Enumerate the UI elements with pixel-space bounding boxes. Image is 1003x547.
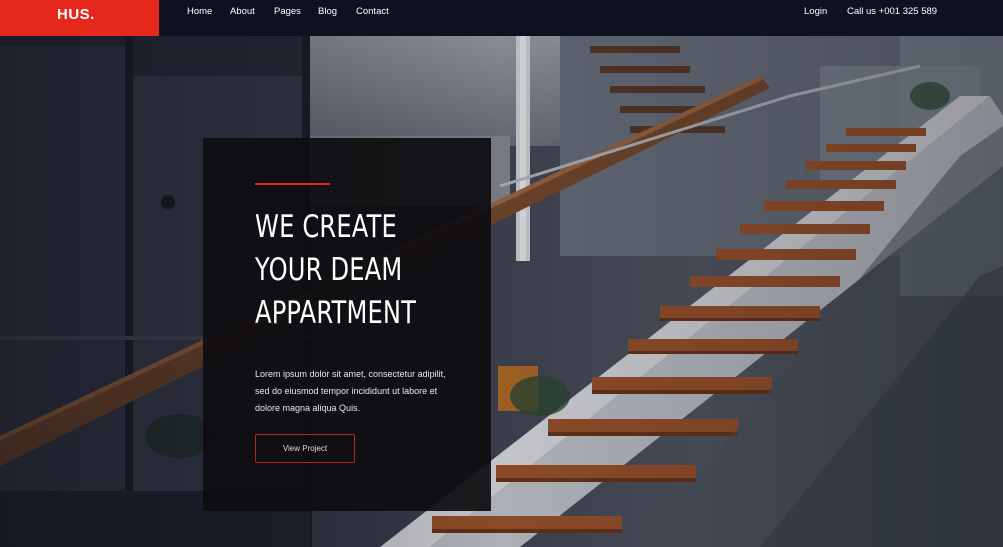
description-line-1: Lorem ipsum dolor sit amet, consectetur …: [255, 369, 446, 379]
view-project-button[interactable]: View Project: [255, 434, 355, 463]
nav-link-home[interactable]: Home: [187, 6, 212, 17]
headline-line-1: WE CREATE: [255, 209, 397, 245]
headline-line-3: APPARTMENT: [255, 295, 417, 331]
nav-link-contact[interactable]: Contact: [356, 6, 389, 17]
hero-description: Lorem ipsum dolor sit amet, consectetur …: [255, 366, 455, 417]
top-navbar: HUS. Home About Pages Blog Contact Login…: [0, 0, 1003, 36]
description-line-3: dolore magna aliqua Quis.: [255, 403, 361, 413]
hero-section: [0, 36, 1003, 547]
nav-link-pages[interactable]: Pages: [274, 6, 301, 17]
logo[interactable]: HUS.: [0, 0, 159, 36]
login-link[interactable]: Login: [804, 6, 827, 17]
logo-text: HUS.: [57, 6, 95, 23]
nav-link-about[interactable]: About: [230, 6, 255, 17]
description-line-2: sed do eiusmod tempor incididunt ut labo…: [255, 386, 438, 396]
hero-background-image: [0, 36, 1003, 547]
accent-line: [255, 183, 330, 185]
nav-link-blog[interactable]: Blog: [318, 6, 337, 17]
hero-card: WE CREATE YOUR DEAM APPARTMENT Lorem ips…: [203, 138, 491, 511]
hero-headline: WE CREATE YOUR DEAM APPARTMENT: [255, 206, 427, 335]
call-us-text[interactable]: Call us +001 325 589: [847, 6, 937, 17]
headline-line-2: YOUR DEAM: [255, 252, 403, 288]
